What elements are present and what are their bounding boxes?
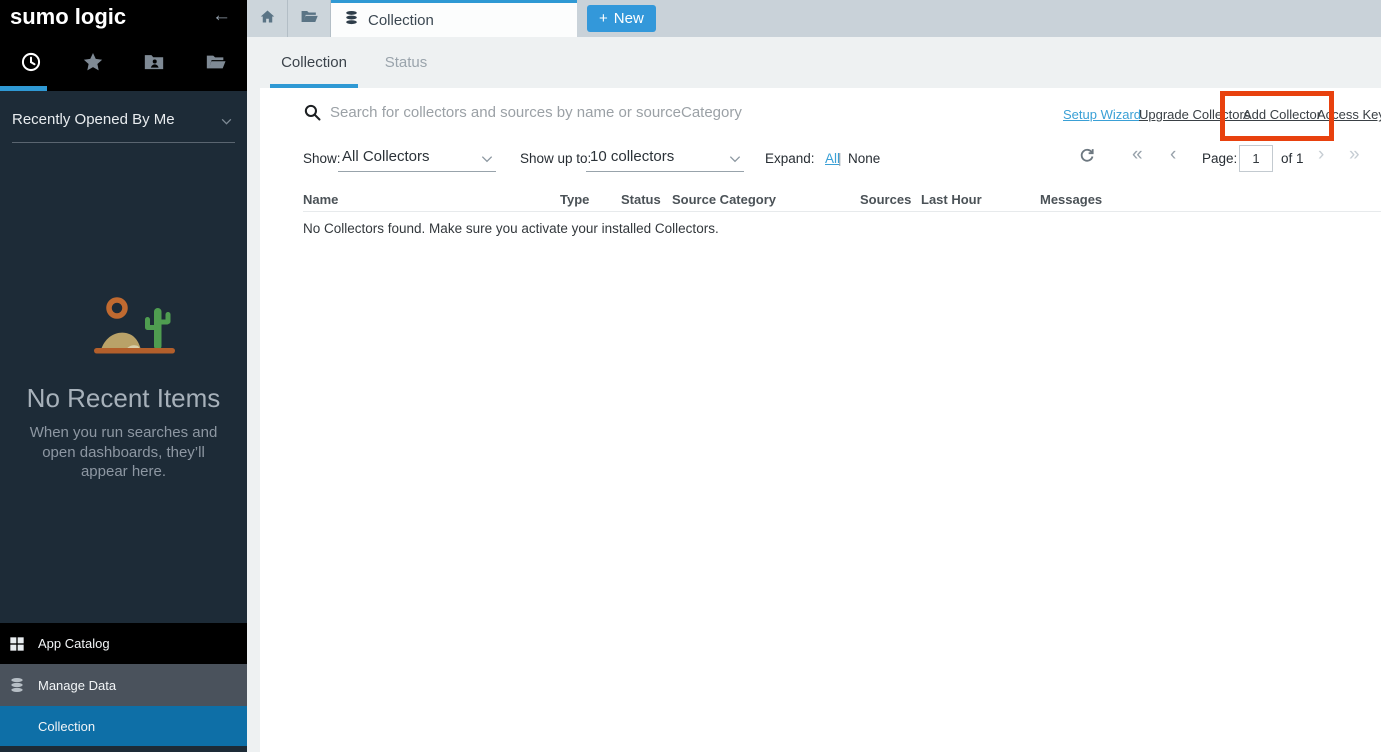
sumo-logic-logo: sumo logic <box>10 4 126 30</box>
sidebar-item-label: Manage Data <box>38 678 116 693</box>
star-icon <box>82 51 104 78</box>
sidebar-item-label: Collection <box>38 719 95 734</box>
database-icon <box>9 677 25 693</box>
sidebar-tab-bar <box>0 37 247 91</box>
search-input[interactable] <box>330 98 870 126</box>
tab-status[interactable]: Status <box>375 37 437 88</box>
folder-open-icon <box>300 7 319 31</box>
chevron-down-icon <box>480 152 494 171</box>
sidebar-tab-library[interactable] <box>185 37 247 91</box>
chevron-down-icon <box>728 152 742 171</box>
app-window: sumo logic ← <box>0 0 1381 752</box>
recently-opened-label: Recently Opened By Me <box>12 111 175 128</box>
tab-collection-label: Collection <box>368 12 434 29</box>
tab-collection-sub-label: Collection <box>281 54 347 71</box>
expand-separator: | <box>838 151 842 166</box>
grid-icon <box>9 636 25 652</box>
new-button[interactable]: + New <box>587 5 656 32</box>
column-header-source-category: Source Category <box>672 192 776 207</box>
sidebar-item-collection[interactable]: Collection <box>0 706 247 746</box>
page-number-input[interactable] <box>1239 145 1273 172</box>
desert-illustration <box>84 295 184 357</box>
next-page-icon[interactable]: › <box>1318 144 1324 166</box>
home-icon <box>259 8 276 30</box>
sidebar-tab-recents[interactable] <box>0 37 62 91</box>
column-header-status: Status <box>621 192 661 207</box>
page-label: Page: <box>1202 151 1237 166</box>
add-collector-link[interactable]: Add Collector <box>1243 107 1321 122</box>
access-keys-link[interactable]: Access Keys <box>1317 107 1381 122</box>
table-header-divider <box>303 211 1381 212</box>
no-recent-items-title: No Recent Items <box>0 383 247 414</box>
recently-opened-dropdown[interactable]: Recently Opened By Me <box>12 111 235 143</box>
sidebar-item-app-catalog[interactable]: App Catalog <box>0 623 247 664</box>
setup-wizard-link[interactable]: Setup Wizard <box>1063 107 1141 122</box>
show-up-to-label: Show up to: <box>520 151 591 166</box>
sidebar-header: sumo logic ← <box>0 0 247 37</box>
expand-none-link[interactable]: None <box>848 151 880 166</box>
new-button-label: New <box>614 10 644 27</box>
database-icon <box>344 10 359 30</box>
show-dropdown-value: All Collectors <box>342 148 430 165</box>
column-header-type: Type <box>560 192 589 207</box>
sidebar-item-label: App Catalog <box>38 636 110 651</box>
column-header-name: Name <box>303 192 338 207</box>
sidebar-tab-favorites[interactable] <box>62 37 124 91</box>
active-tab-indicator <box>0 86 47 91</box>
show-up-to-dropdown-value: 10 collectors <box>590 148 674 165</box>
show-label: Show: <box>303 151 341 166</box>
last-page-icon[interactable]: » <box>1349 144 1360 166</box>
chevron-down-icon <box>220 115 233 133</box>
column-header-last-hour: Last Hour <box>921 192 982 207</box>
upgrade-collectors-link[interactable]: Upgrade Collectors <box>1139 107 1250 122</box>
no-recent-items-subtitle: When you run searches and open dashboard… <box>22 423 225 482</box>
library-button[interactable] <box>288 0 331 37</box>
collection-panel: Setup Wizard Upgrade Collectors Add Coll… <box>260 88 1381 752</box>
sidebar-item-manage-data[interactable]: Manage Data <box>0 664 247 706</box>
tab-status-label: Status <box>385 54 428 71</box>
collapse-sidebar-icon[interactable]: ← <box>212 5 231 27</box>
folder-open-icon <box>205 51 227 78</box>
home-button[interactable] <box>247 0 288 37</box>
column-header-sources: Sources <box>860 192 911 207</box>
page-of-label: of 1 <box>1281 151 1304 166</box>
browser-tab-strip: Collection + New <box>247 0 1381 37</box>
page-tabs: Collection Status <box>247 37 1381 88</box>
refresh-icon[interactable] <box>1078 146 1098 166</box>
clock-icon <box>20 51 42 78</box>
empty-table-message: No Collectors found. Make sure you activ… <box>303 221 719 236</box>
first-page-icon[interactable]: « <box>1132 144 1143 166</box>
folder-account-icon <box>143 51 165 78</box>
sidebar: sumo logic ← <box>0 0 247 752</box>
prev-page-icon[interactable]: ‹ <box>1170 144 1176 166</box>
expand-label: Expand: <box>765 151 815 166</box>
tab-collection[interactable]: Collection <box>331 0 577 37</box>
tab-collection-sub[interactable]: Collection <box>270 37 358 88</box>
show-up-to-dropdown[interactable]: 10 collectors <box>586 144 744 172</box>
plus-icon: + <box>599 10 608 27</box>
column-header-messages: Messages <box>1040 192 1102 207</box>
show-dropdown[interactable]: All Collectors <box>338 144 496 172</box>
sidebar-tab-personal[interactable] <box>124 37 186 91</box>
search-icon <box>303 103 322 127</box>
